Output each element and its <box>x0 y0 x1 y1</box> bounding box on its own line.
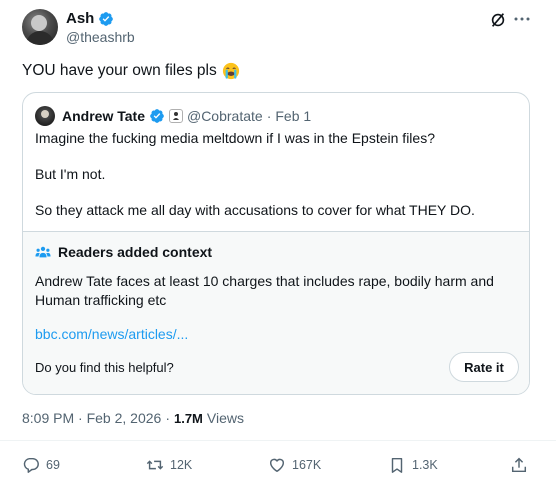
author-name-row: Ash <box>66 10 114 27</box>
views-count: 1.7M <box>173 411 203 426</box>
author-name[interactable]: Ash <box>66 10 94 27</box>
repost-icon <box>146 460 164 470</box>
quoted-post[interactable]: Andrew Tate @Cobratate · Feb 1 Imagine t… <box>22 92 530 395</box>
quoted-text-line: So they attack me all day with accusatio… <box>35 202 475 218</box>
verified-badge-icon <box>150 109 164 123</box>
repost-count: 12K <box>170 458 193 472</box>
divider <box>0 440 556 441</box>
community-note: Readers added context Andrew Tate faces … <box>23 231 529 394</box>
author-handle[interactable]: @theashrb <box>66 29 135 45</box>
helpful-question: Do you find this helpful? <box>35 360 174 375</box>
quoted-post-date[interactable]: Feb 1 <box>275 108 311 124</box>
heart-icon <box>269 458 285 473</box>
loudly-crying-face-icon <box>222 62 239 80</box>
quoted-text-line: Imagine the fucking media meltdown if I … <box>35 130 435 146</box>
bookmark-button[interactable]: 1.3K <box>388 456 438 474</box>
share-button[interactable] <box>510 456 528 474</box>
reply-icon <box>23 457 39 473</box>
bookmark-count: 1.3K <box>412 458 438 472</box>
reply-button[interactable]: 69 <box>22 456 60 474</box>
rate-it-button[interactable]: Rate it <box>449 352 519 382</box>
quoted-post-header: Andrew Tate @Cobratate · Feb 1 <box>35 106 311 126</box>
community-note-header: Readers added context <box>35 244 212 260</box>
community-note-link[interactable]: bbc.com/news/articles/... <box>35 326 188 342</box>
like-count: 167K <box>292 458 322 472</box>
community-note-text: Andrew Tate faces at least 10 charges th… <box>35 273 494 308</box>
verified-badge-icon <box>99 11 114 26</box>
repost-button[interactable]: 12K <box>146 456 192 474</box>
author-avatar[interactable] <box>22 9 58 45</box>
quoted-author-handle[interactable]: @Cobratate <box>187 108 263 124</box>
views-separator: · <box>165 410 170 426</box>
bookmark-icon <box>391 457 403 473</box>
quoted-date-separator: · <box>266 108 272 124</box>
grok-icon[interactable] <box>489 11 507 29</box>
share-icon <box>511 457 527 473</box>
post: Ash @theashrb YOU have your own files pl… <box>0 0 556 485</box>
reply-count: 69 <box>46 458 60 472</box>
more-options-icon[interactable] <box>513 10 531 28</box>
post-timestamp[interactable]: 8:09 PM · Feb 2, 2026 <box>22 410 161 426</box>
post-meta: 8:09 PM · Feb 2, 2026 · 1.7M Views <box>22 410 244 426</box>
post-text-content: YOU have your own files pls <box>22 62 217 79</box>
quoted-author-avatar[interactable] <box>35 106 55 126</box>
post-text: YOU have your own files pls <box>22 62 240 80</box>
quoted-text-line: But I'm not. <box>35 166 106 182</box>
quoted-author-name[interactable]: Andrew Tate <box>62 108 145 124</box>
like-button[interactable]: 167K <box>268 456 321 474</box>
affiliation-badge-icon[interactable] <box>168 109 183 123</box>
people-icon <box>35 246 51 258</box>
views-label: Views <box>206 410 244 426</box>
community-note-title: Readers added context <box>58 244 213 260</box>
